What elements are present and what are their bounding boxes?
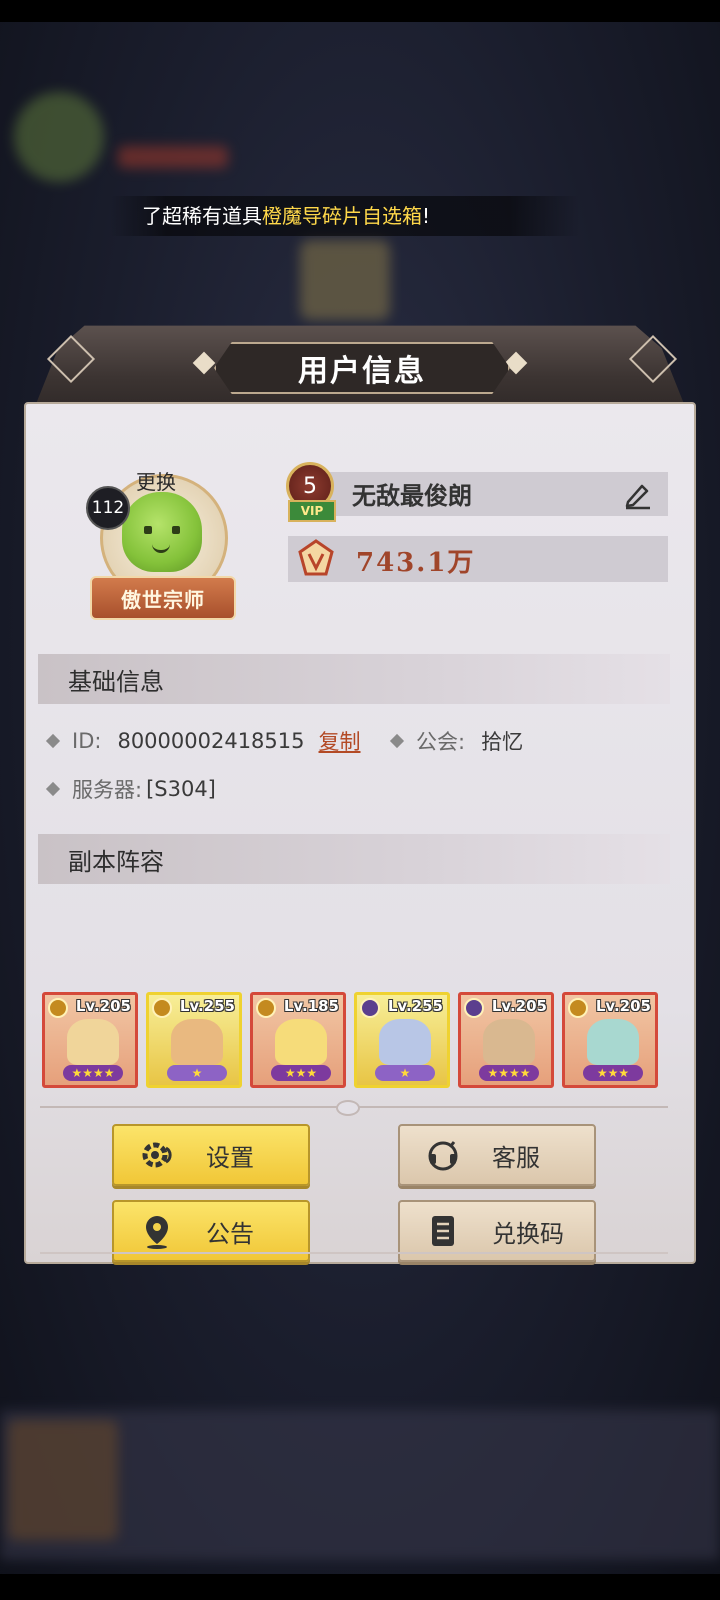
hero-portrait bbox=[587, 1019, 639, 1065]
hero-level: Lv.205 bbox=[75, 997, 131, 1015]
hero-card[interactable]: Lv.185 ★★★ bbox=[250, 992, 346, 1088]
hero-portrait bbox=[171, 1019, 223, 1065]
guild-value: 拾忆 bbox=[481, 730, 524, 754]
hero-level: Lv.205 bbox=[491, 997, 547, 1015]
bullet-icon bbox=[48, 782, 62, 796]
bullet-icon bbox=[392, 734, 406, 748]
slime-avatar-icon bbox=[122, 492, 202, 572]
hero-stars: ★★★ bbox=[583, 1065, 643, 1081]
gear-icon bbox=[138, 1136, 176, 1174]
headset-icon bbox=[424, 1136, 462, 1174]
hero-card[interactable]: Lv.205 ★★★★ bbox=[458, 992, 554, 1088]
hero-stars: ★ bbox=[167, 1065, 227, 1081]
bullet-icon bbox=[48, 734, 62, 748]
id-value: 80000002418515 bbox=[117, 729, 305, 753]
settings-label: 设置 bbox=[206, 1143, 254, 1172]
section-lineup: 副本阵容 bbox=[38, 834, 670, 884]
footer-ornament bbox=[40, 1230, 668, 1254]
hero-card[interactable]: Lv.255 ★ bbox=[354, 992, 450, 1088]
faction-icon bbox=[48, 998, 68, 1018]
hero-stars: ★ bbox=[375, 1065, 435, 1081]
hero-card[interactable]: Lv.205 ★★★★ bbox=[42, 992, 138, 1088]
edit-name-icon[interactable] bbox=[622, 478, 654, 510]
player-level-badge: 112 bbox=[86, 486, 130, 530]
server-value: [S304] bbox=[146, 777, 216, 801]
section-basic-info: 基础信息 bbox=[38, 654, 670, 704]
combat-power-value: 743.1万 bbox=[356, 548, 476, 578]
player-title-badge: 傲世宗师 bbox=[90, 576, 236, 620]
hero-stars: ★★★★ bbox=[63, 1065, 123, 1081]
server-label: 服务器: bbox=[72, 778, 143, 802]
hero-level: Lv.205 bbox=[595, 997, 651, 1015]
bg-card-blur bbox=[300, 240, 390, 320]
change-avatar-label[interactable]: 更换 bbox=[136, 466, 176, 495]
settings-button[interactable]: 设置 bbox=[112, 1124, 310, 1186]
marquee-prefix: 了超稀有道具 bbox=[142, 204, 262, 228]
combat-power-icon bbox=[296, 538, 336, 578]
marquee-suffix: ! bbox=[422, 204, 431, 228]
hero-stars: ★★★★ bbox=[479, 1065, 539, 1081]
dialog-title: 用户信息 bbox=[214, 342, 510, 394]
hero-portrait bbox=[67, 1019, 119, 1065]
faction-icon bbox=[152, 998, 172, 1018]
dialog-body: 更换 112 傲世宗师 5 VIP 无敌最俊朗 743.1万 基础信息 ID: … bbox=[24, 402, 696, 1264]
hero-level: Lv.185 bbox=[283, 997, 339, 1015]
hero-level: Lv.255 bbox=[387, 997, 443, 1015]
faction-icon bbox=[360, 998, 380, 1018]
support-button[interactable]: 客服 bbox=[398, 1124, 596, 1186]
player-name: 无敌最俊朗 bbox=[352, 482, 472, 510]
guild-line: 公会: 拾忆 bbox=[392, 726, 523, 756]
faction-icon bbox=[256, 998, 276, 1018]
power-row-bg bbox=[288, 536, 668, 582]
navigation-bar bbox=[0, 1574, 720, 1600]
hero-portrait bbox=[379, 1019, 431, 1065]
hero-stars: ★★★ bbox=[271, 1065, 331, 1081]
status-bar bbox=[0, 0, 720, 22]
slime-eye-right bbox=[172, 526, 180, 534]
hero-level: Lv.255 bbox=[179, 997, 235, 1015]
id-line: ID: 80000002418515 复制 bbox=[48, 726, 361, 756]
bg-avatar-blur bbox=[14, 92, 104, 182]
vip-tag: VIP bbox=[288, 500, 336, 522]
copy-id-button[interactable]: 复制 bbox=[319, 726, 361, 756]
hero-card[interactable]: Lv.255 ★ bbox=[146, 992, 242, 1088]
vip-badge: 5 VIP bbox=[282, 460, 338, 522]
hero-card[interactable]: Lv.205 ★★★ bbox=[562, 992, 658, 1088]
divider-ornament bbox=[336, 1100, 360, 1116]
server-line: 服务器: [S304] bbox=[48, 774, 216, 804]
broadcast-marquee: 了超稀有道具橙魔导碎片自选箱! bbox=[110, 196, 580, 236]
id-label: ID: bbox=[72, 729, 102, 753]
guild-label: 公会: bbox=[416, 730, 466, 754]
faction-icon bbox=[464, 998, 484, 1018]
slime-eye-left bbox=[144, 526, 152, 534]
marquee-highlight-item: 橙魔导碎片自选箱 bbox=[262, 204, 422, 228]
hero-portrait bbox=[275, 1019, 327, 1065]
slime-mouth bbox=[152, 544, 170, 553]
bg-bottom-tab-blur bbox=[8, 1420, 118, 1540]
user-info-dialog: 用户信息 更换 112 傲世宗师 5 VIP 无敌最俊朗 743.1万 基础信息… bbox=[24, 320, 696, 1264]
faction-icon bbox=[568, 998, 588, 1018]
name-row-bg bbox=[294, 472, 668, 516]
support-label: 客服 bbox=[492, 1143, 540, 1172]
avatar[interactable]: 更换 112 傲世宗师 bbox=[86, 464, 236, 620]
bg-highlight-blur bbox=[118, 146, 228, 168]
hero-portrait bbox=[483, 1019, 535, 1065]
